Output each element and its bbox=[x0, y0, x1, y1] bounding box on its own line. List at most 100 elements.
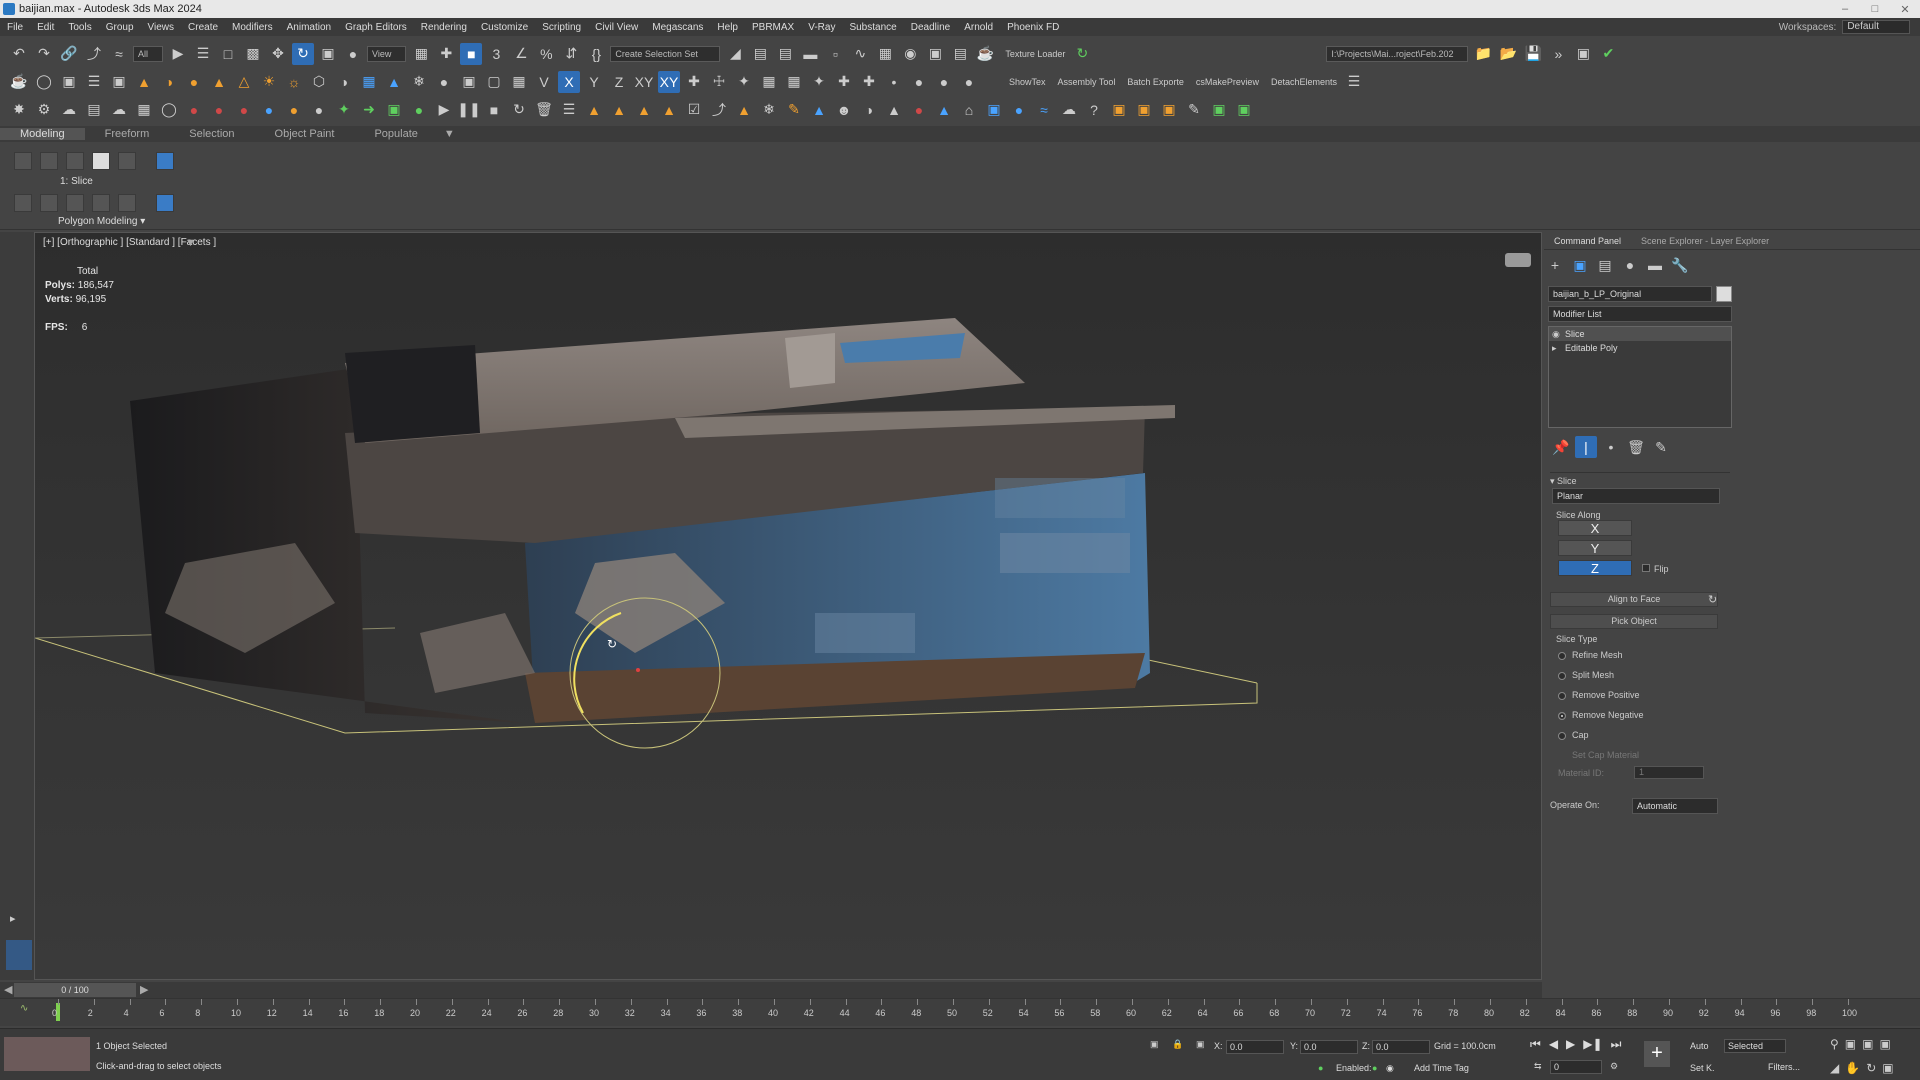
image-icon[interactable]: ▦ bbox=[508, 71, 530, 93]
placement-icon[interactable]: ● bbox=[342, 43, 364, 65]
make-unique-toggle-icon[interactable]: • bbox=[1600, 436, 1622, 458]
key-filter-dropdown[interactable]: Selected bbox=[1724, 1039, 1786, 1053]
zoom-extents-icon[interactable]: ▣ bbox=[1862, 1037, 1873, 1051]
vray-fur-icon[interactable]: ▲ bbox=[383, 71, 405, 93]
next-frame-icon[interactable]: ▶ bbox=[140, 983, 148, 996]
chain-icon[interactable]: ⤴ bbox=[708, 99, 730, 121]
selection-filter-dropdown[interactable]: All bbox=[133, 45, 164, 62]
check-icon[interactable]: ✔ bbox=[1597, 43, 1619, 65]
ribbon-options-icon[interactable]: ▼ bbox=[438, 128, 461, 140]
zoom-all-icon[interactable]: ▣ bbox=[1845, 1037, 1856, 1051]
spinner-snap-icon[interactable]: ⇵ bbox=[560, 43, 582, 65]
close-icon[interactable]: ✕ bbox=[1890, 3, 1920, 16]
menu-views[interactable]: Views bbox=[141, 22, 182, 33]
grid-icon[interactable]: ▦ bbox=[783, 71, 805, 93]
add-time-tag-button[interactable]: Add Time Tag bbox=[1414, 1063, 1469, 1073]
filters-button[interactable]: Filters... bbox=[1768, 1062, 1800, 1072]
show-tex-button[interactable]: ShowTex bbox=[1009, 77, 1046, 87]
brush-icon[interactable]: ✎ bbox=[783, 99, 805, 121]
time-tag-icon[interactable]: ◉ bbox=[1386, 1063, 1394, 1074]
terrain-icon[interactable]: ▲ bbox=[808, 99, 830, 121]
curve-editor-toggle-icon[interactable]: ∿ bbox=[20, 1003, 28, 1014]
blue-sphere-icon[interactable]: ● bbox=[1008, 99, 1030, 121]
record-icon-3[interactable]: ● bbox=[233, 99, 255, 121]
bone-icon[interactable]: ☩ bbox=[708, 71, 730, 93]
align-icon[interactable]: ▤ bbox=[749, 43, 771, 65]
doc-icon[interactable]: ▤ bbox=[83, 99, 105, 121]
configure-sets-icon[interactable] bbox=[118, 194, 136, 212]
batch-export-button[interactable]: Batch Exporte bbox=[1127, 77, 1184, 87]
expand-icon[interactable]: ▸ bbox=[1552, 341, 1557, 355]
modifier-list-dropdown[interactable]: Modifier List bbox=[1548, 306, 1732, 322]
menu-megascans[interactable]: Megascans bbox=[645, 22, 710, 33]
cloud-sphere-icon[interactable]: ☁ bbox=[1058, 99, 1080, 121]
utilities-tab-icon[interactable]: 🔧 bbox=[1669, 254, 1691, 276]
vertex-mode-icon[interactable] bbox=[14, 152, 32, 170]
blue-box-icon[interactable]: ▣ bbox=[983, 99, 1005, 121]
move-icon[interactable]: ✥ bbox=[267, 43, 289, 65]
flip-checkbox[interactable]: Flip bbox=[1642, 564, 1669, 574]
green-arrow-icon[interactable]: ➜ bbox=[358, 99, 380, 121]
mirror-icon[interactable]: ◢ bbox=[724, 43, 746, 65]
menu-customize[interactable]: Customize bbox=[474, 22, 535, 33]
track-bar[interactable]: ∿ 0 2 4 6 8 10 12 14 16 18 20 22 24 26 28 30 32 34 36 38 40 4… bbox=[0, 998, 1920, 1026]
stack-item-slice[interactable]: ◉ Slice bbox=[1549, 327, 1731, 341]
menu-file[interactable]: File bbox=[0, 22, 30, 33]
select-manipulate-icon[interactable]: ✚ bbox=[435, 43, 457, 65]
light-icon[interactable]: ▲ bbox=[133, 71, 155, 93]
orange-tile-icon-1[interactable]: ▣ bbox=[1108, 99, 1130, 121]
toggle-command-mode-icon[interactable] bbox=[156, 152, 174, 170]
keyboard-shortcut-toggle-icon[interactable]: ■ bbox=[460, 42, 483, 65]
goto-end-icon[interactable]: ⏭ bbox=[1611, 1037, 1622, 1052]
absolute-mode-icon[interactable]: ▣ bbox=[1196, 1039, 1205, 1050]
enabled-indicator-icon[interactable]: ● bbox=[1372, 1063, 1377, 1073]
y-coordinate-field[interactable]: 0.0 bbox=[1300, 1040, 1358, 1054]
tab-modeling[interactable]: Modeling bbox=[0, 128, 85, 140]
menu-vray[interactable]: V-Ray bbox=[801, 22, 842, 33]
figure-icon[interactable]: ☻ bbox=[833, 99, 855, 121]
axis-x-button[interactable]: X bbox=[558, 70, 580, 93]
script-icon[interactable]: ☰ bbox=[1343, 71, 1365, 93]
snap-icon[interactable]: ✚ bbox=[683, 71, 705, 93]
maximize-icon[interactable]: □ bbox=[1860, 3, 1890, 16]
key-mode-icon[interactable]: ⇆ bbox=[1534, 1061, 1542, 1072]
next-key-icon[interactable]: ▶❚ bbox=[1583, 1037, 1602, 1052]
tab-selection[interactable]: Selection bbox=[169, 128, 254, 140]
slice-axis-y-button[interactable]: Y bbox=[1558, 540, 1632, 556]
tab-populate[interactable]: Populate bbox=[354, 128, 437, 140]
preview-selection-icon[interactable] bbox=[156, 194, 174, 212]
lock-icon[interactable]: 🔒 bbox=[1172, 1039, 1183, 1050]
menu-animation[interactable]: Animation bbox=[280, 22, 338, 33]
render-icon[interactable]: ☕ bbox=[974, 43, 996, 65]
radio-remove-positive[interactable]: Remove Positive bbox=[1558, 690, 1640, 700]
helper-icon[interactable]: ✦ bbox=[808, 71, 830, 93]
disc-icon[interactable]: ◑ bbox=[858, 99, 880, 121]
render-frame-icon[interactable]: ▤ bbox=[949, 43, 971, 65]
orbit-icon[interactable]: ↻ bbox=[1866, 1061, 1876, 1075]
project-folder-icon[interactable]: 📁 bbox=[1472, 43, 1494, 65]
menu-deadline[interactable]: Deadline bbox=[904, 22, 957, 33]
sphere-light-icon[interactable]: ● bbox=[183, 71, 205, 93]
scene-explorer-icon[interactable]: ▤ bbox=[774, 43, 796, 65]
make-unique-icon[interactable] bbox=[66, 194, 84, 212]
eye-icon[interactable]: ◉ bbox=[1552, 327, 1560, 341]
polygon-modeling-dropdown[interactable]: Polygon Modeling ▾ bbox=[58, 216, 145, 227]
slice-axis-z-button[interactable]: Z bbox=[1558, 560, 1632, 576]
viewport[interactable]: ↻ [+] [Orthographic ] [Standard ] [Facet… bbox=[34, 232, 1542, 980]
adaptive-degradation-icon[interactable]: ● bbox=[1318, 1063, 1323, 1073]
gear-icon[interactable]: ⚙ bbox=[33, 99, 55, 121]
isolate-icon[interactable]: ▣ bbox=[1150, 1039, 1159, 1050]
flame-icon[interactable]: ▲ bbox=[733, 99, 755, 121]
viewcube-icon[interactable] bbox=[1505, 253, 1531, 267]
snaps-toggle-icon[interactable]: 3 bbox=[485, 43, 507, 65]
record-icon-1[interactable]: ● bbox=[183, 99, 205, 121]
stack-item-editable-poly[interactable]: ▸ Editable Poly bbox=[1549, 341, 1731, 355]
object-name-field[interactable]: baijian_b_LP_Original bbox=[1548, 286, 1712, 302]
radio-refine-mesh[interactable]: Refine Mesh bbox=[1558, 650, 1623, 660]
orange-circle-icon[interactable]: ● bbox=[283, 99, 305, 121]
modify-tab-icon[interactable]: ▣ bbox=[1569, 254, 1591, 276]
menu-help[interactable]: Help bbox=[710, 22, 745, 33]
ribbon-toggle-icon[interactable]: ▫ bbox=[824, 43, 846, 65]
redo-icon[interactable]: ↷ bbox=[33, 43, 55, 65]
workspaces-dropdown[interactable]: Default bbox=[1842, 20, 1910, 34]
